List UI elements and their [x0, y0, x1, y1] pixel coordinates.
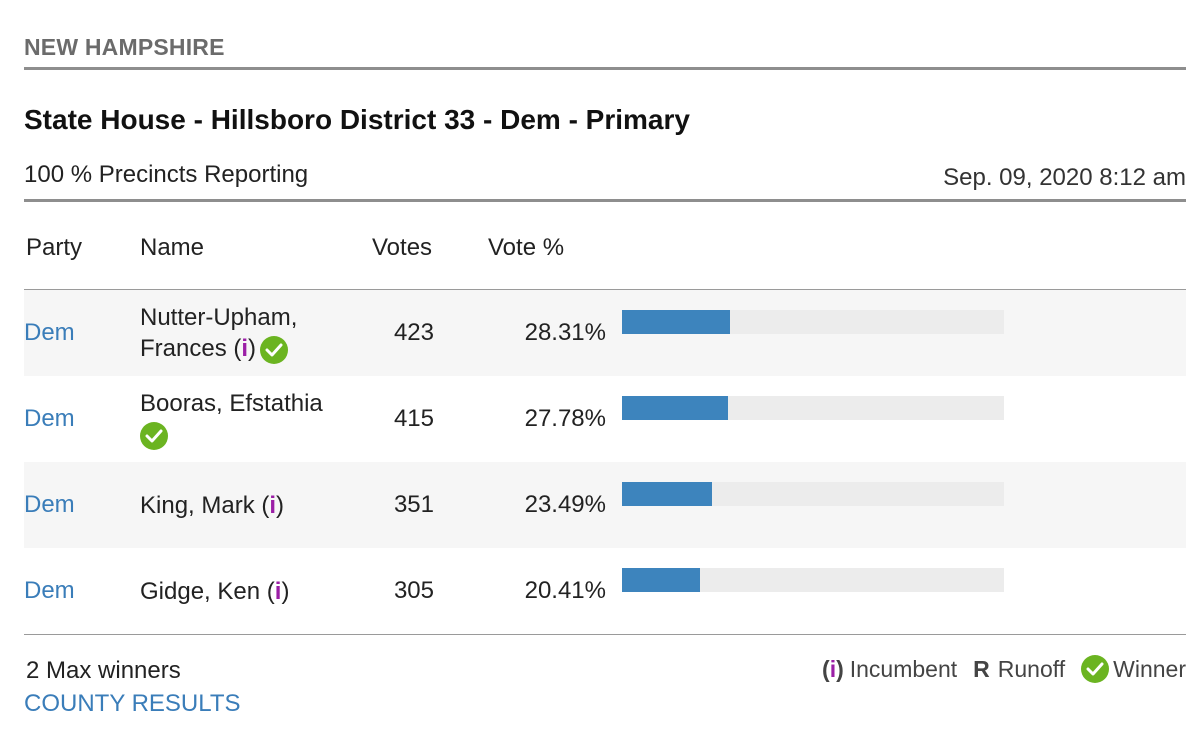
table-row: Dem Nutter-Upham, Frances (i) 423 28.31%	[24, 290, 1186, 376]
vote-percent: 20.41%	[524, 577, 606, 604]
race-title: State House - Hillsboro District 33 - De…	[24, 104, 690, 135]
party-link[interactable]: Dem	[24, 376, 75, 462]
column-header-name: Name	[140, 234, 205, 261]
vote-bar-track	[622, 568, 1004, 592]
state-heading: NEW HAMPSHIRE	[24, 34, 225, 60]
vote-bar-fill	[622, 568, 700, 592]
candidate-name-text: Booras, Efstathia	[140, 390, 323, 417]
column-header-party: Party	[26, 234, 83, 261]
vote-bar-fill	[622, 310, 730, 334]
update-timestamp: Sep. 09, 2020 8:12 am	[943, 164, 1186, 191]
table-row: Dem King, Mark (i) 351 23.49%	[24, 462, 1186, 548]
candidate-name-text: King, Mark	[140, 491, 255, 519]
table-row: Dem Gidge, Ken (i) 305 20.41%	[24, 548, 1186, 634]
vote-percent: 23.49%	[524, 491, 606, 518]
column-header-vote-pct: Vote %	[488, 234, 565, 261]
vote-bar-fill	[622, 396, 728, 420]
candidate-name: Booras, Efstathia	[140, 376, 340, 462]
max-winners-note: 2 Max winners	[26, 657, 181, 684]
vote-bar-track	[622, 396, 1004, 420]
candidate-name-text-line2: Frances	[140, 335, 227, 362]
party-link[interactable]: Dem	[24, 462, 75, 548]
winner-check-icon	[1081, 655, 1110, 683]
party-link[interactable]: Dem	[24, 548, 75, 634]
legend-incumbent: (i) Incumbent	[822, 656, 957, 683]
legend: (i) Incumbent R Runoff Winner	[806, 655, 1186, 683]
header-divider	[24, 199, 1186, 202]
candidate-name: King, Mark (i)	[140, 462, 340, 548]
column-header-votes: Votes	[372, 234, 433, 261]
candidate-name-text: Gidge, Ken	[140, 577, 261, 605]
winner-check-icon	[260, 335, 289, 364]
vote-bar-track	[622, 482, 1004, 506]
vote-bar-track	[622, 310, 1004, 334]
candidate-name-text: Nutter-Upham,	[140, 304, 298, 331]
legend-winner: Winner	[1081, 655, 1186, 683]
vote-percent: 28.31%	[524, 319, 606, 346]
incumbent-icon: (i)	[260, 577, 290, 605]
vote-bar-fill	[622, 482, 712, 506]
table-row: Dem Booras, Efstathia 415 27.78%	[24, 376, 1186, 462]
candidate-name: Nutter-Upham, Frances (i)	[140, 290, 340, 376]
legend-incumbent-label: Incumbent	[849, 655, 958, 682]
vote-count: 351	[393, 491, 434, 518]
vote-percent: 27.78%	[524, 405, 606, 432]
vote-count: 415	[393, 405, 434, 432]
incumbent-icon: (i)	[822, 655, 844, 682]
legend-winner-label: Winner	[1113, 655, 1186, 682]
winner-check-icon	[140, 421, 168, 450]
runoff-icon: R	[973, 655, 990, 682]
county-results-link[interactable]: COUNTY RESULTS	[24, 690, 240, 718]
legend-runoff-label: Runoff	[997, 655, 1066, 682]
legend-runoff: R Runoff	[973, 656, 1065, 683]
vote-count: 305	[393, 577, 434, 604]
incumbent-icon: (i)	[226, 335, 257, 362]
party-link[interactable]: Dem	[24, 290, 75, 376]
top-divider	[24, 67, 1186, 70]
table-bottom-divider	[24, 634, 1186, 635]
vote-count: 423	[393, 319, 434, 346]
precincts-reporting: 100 % Precincts Reporting	[24, 161, 309, 188]
candidate-name: Gidge, Ken (i)	[140, 548, 340, 634]
incumbent-icon: (i)	[254, 491, 285, 519]
